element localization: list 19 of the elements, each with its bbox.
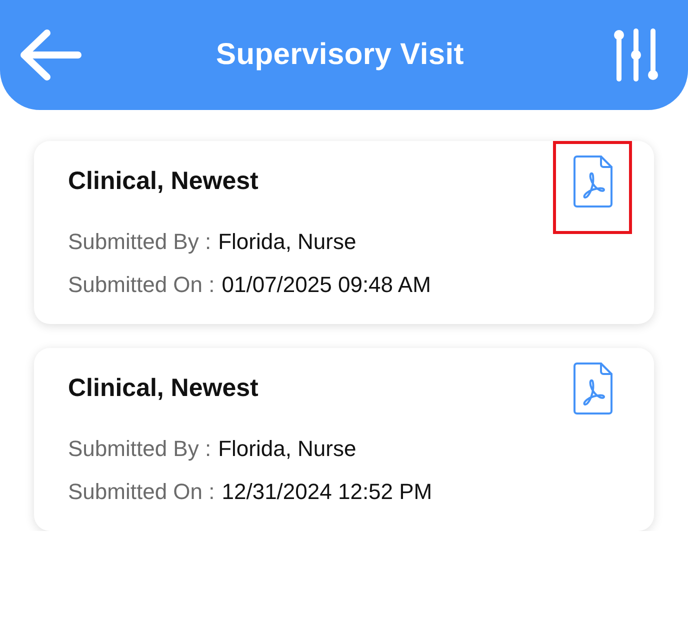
field-label: Submitted On :: [68, 271, 215, 299]
record-card[interactable]: Clinical, Newest Submitted By : Florida, Nurse Submitted On : 01/07/2025 09:48 AM: [34, 141, 654, 324]
field-value: Florida, Nurse: [218, 228, 356, 256]
field-label: Submitted On :: [68, 478, 215, 506]
filter-button[interactable]: [612, 27, 660, 83]
field-value: 12/31/2024 12:52 PM: [222, 478, 432, 506]
page-title: Supervisory Visit: [216, 37, 464, 73]
field-label: Submitted By :: [68, 228, 212, 256]
pdf-file-icon[interactable]: [572, 155, 612, 208]
pdf-file-icon[interactable]: [572, 362, 612, 415]
back-arrow-icon: [20, 29, 82, 81]
record-title: Clinical, Newest: [68, 373, 260, 404]
sliders-icon: [612, 27, 660, 83]
field-label: Submitted By :: [68, 435, 212, 463]
record-title: Clinical, Newest: [68, 166, 260, 197]
back-button[interactable]: [20, 29, 82, 81]
record-card[interactable]: Clinical, Newest Submitted By : Florida, Nurse Submitted On : 12/31/2024 12:52 PM: [34, 348, 654, 531]
field-value: 01/07/2025 09:48 AM: [222, 271, 431, 299]
field-value: Florida, Nurse: [218, 435, 356, 463]
